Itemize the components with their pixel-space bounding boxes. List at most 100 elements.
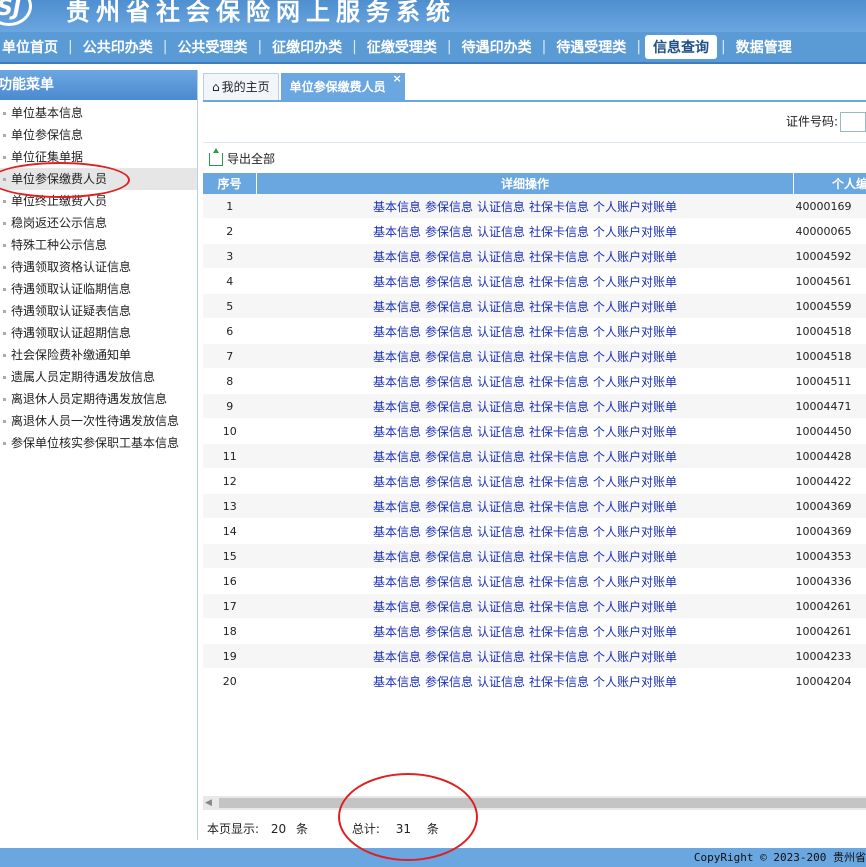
op-link-1[interactable]: 参保信息 bbox=[425, 600, 473, 614]
id-number-input[interactable] bbox=[840, 112, 866, 132]
menu-item-5[interactable]: 稳岗返还公示信息 bbox=[0, 212, 197, 234]
menu-item-4[interactable]: 单位终止缴费人员 bbox=[0, 190, 197, 212]
op-link-2[interactable]: 认证信息 bbox=[477, 300, 525, 314]
op-link-2[interactable]: 认证信息 bbox=[477, 425, 525, 439]
op-link-2[interactable]: 认证信息 bbox=[477, 275, 525, 289]
op-link-3[interactable]: 社保卡信息 bbox=[529, 525, 589, 539]
op-link-4[interactable]: 个人账户对账单 bbox=[593, 500, 677, 514]
op-link-3[interactable]: 社保卡信息 bbox=[529, 300, 589, 314]
op-link-0[interactable]: 基本信息 bbox=[373, 200, 421, 214]
op-link-4[interactable]: 个人账户对账单 bbox=[593, 675, 677, 689]
menu-item-2[interactable]: 单位征集单据 bbox=[0, 146, 197, 168]
op-link-1[interactable]: 参保信息 bbox=[425, 650, 473, 664]
op-link-1[interactable]: 参保信息 bbox=[425, 450, 473, 464]
op-link-3[interactable]: 社保卡信息 bbox=[529, 250, 589, 264]
op-link-2[interactable]: 认证信息 bbox=[477, 600, 525, 614]
menu-item-14[interactable]: 离退休人员一次性待遇发放信息 bbox=[0, 410, 197, 432]
op-link-3[interactable]: 社保卡信息 bbox=[529, 475, 589, 489]
menu-item-7[interactable]: 待遇领取资格认证信息 bbox=[0, 256, 197, 278]
op-link-0[interactable]: 基本信息 bbox=[373, 225, 421, 239]
op-link-1[interactable]: 参保信息 bbox=[425, 225, 473, 239]
op-link-1[interactable]: 参保信息 bbox=[425, 475, 473, 489]
op-link-1[interactable]: 参保信息 bbox=[425, 550, 473, 564]
op-link-3[interactable]: 社保卡信息 bbox=[529, 675, 589, 689]
op-link-1[interactable]: 参保信息 bbox=[425, 400, 473, 414]
menu-item-13[interactable]: 离退休人员定期待遇发放信息 bbox=[0, 388, 197, 410]
op-link-1[interactable]: 参保信息 bbox=[425, 250, 473, 264]
op-link-0[interactable]: 基本信息 bbox=[373, 625, 421, 639]
op-link-4[interactable]: 个人账户对账单 bbox=[593, 625, 677, 639]
menu-item-8[interactable]: 待遇领取认证临期信息 bbox=[0, 278, 197, 300]
op-link-4[interactable]: 个人账户对账单 bbox=[593, 475, 677, 489]
op-link-0[interactable]: 基本信息 bbox=[373, 275, 421, 289]
op-link-0[interactable]: 基本信息 bbox=[373, 475, 421, 489]
op-link-0[interactable]: 基本信息 bbox=[373, 300, 421, 314]
op-link-4[interactable]: 个人账户对账单 bbox=[593, 300, 677, 314]
op-link-1[interactable]: 参保信息 bbox=[425, 325, 473, 339]
op-link-1[interactable]: 参保信息 bbox=[425, 675, 473, 689]
nav-item-6[interactable]: 待遇受理类 bbox=[546, 37, 636, 57]
op-link-0[interactable]: 基本信息 bbox=[373, 350, 421, 364]
op-link-2[interactable]: 认证信息 bbox=[477, 375, 525, 389]
op-link-4[interactable]: 个人账户对账单 bbox=[593, 525, 677, 539]
op-link-4[interactable]: 个人账户对账单 bbox=[593, 650, 677, 664]
export-all-button[interactable]: 导出全部 bbox=[209, 148, 275, 167]
op-link-2[interactable]: 认证信息 bbox=[477, 475, 525, 489]
op-link-0[interactable]: 基本信息 bbox=[373, 500, 421, 514]
menu-item-12[interactable]: 遗属人员定期待遇发放信息 bbox=[0, 366, 197, 388]
op-link-1[interactable]: 参保信息 bbox=[425, 525, 473, 539]
op-link-2[interactable]: 认证信息 bbox=[477, 200, 525, 214]
op-link-2[interactable]: 认证信息 bbox=[477, 650, 525, 664]
op-link-4[interactable]: 个人账户对账单 bbox=[593, 550, 677, 564]
tab-home[interactable]: ⌂ 我的主页 bbox=[203, 73, 279, 100]
nav-item-7[interactable]: 信息查询 bbox=[645, 35, 718, 59]
op-link-3[interactable]: 社保卡信息 bbox=[529, 225, 589, 239]
op-link-1[interactable]: 参保信息 bbox=[425, 300, 473, 314]
menu-item-0[interactable]: 单位基本信息 bbox=[0, 102, 197, 124]
nav-item-3[interactable]: 征缴印办类 bbox=[262, 37, 352, 57]
op-link-3[interactable]: 社保卡信息 bbox=[529, 325, 589, 339]
op-link-4[interactable]: 个人账户对账单 bbox=[593, 400, 677, 414]
op-link-2[interactable]: 认证信息 bbox=[477, 250, 525, 264]
op-link-4[interactable]: 个人账户对账单 bbox=[593, 250, 677, 264]
op-link-0[interactable]: 基本信息 bbox=[373, 575, 421, 589]
nav-item-4[interactable]: 征缴受理类 bbox=[357, 37, 447, 57]
op-link-3[interactable]: 社保卡信息 bbox=[529, 450, 589, 464]
op-link-2[interactable]: 认证信息 bbox=[477, 225, 525, 239]
op-link-2[interactable]: 认证信息 bbox=[477, 350, 525, 364]
op-link-3[interactable]: 社保卡信息 bbox=[529, 350, 589, 364]
op-link-3[interactable]: 社保卡信息 bbox=[529, 375, 589, 389]
nav-item-5[interactable]: 待遇印办类 bbox=[452, 37, 542, 57]
menu-item-10[interactable]: 待遇领取认证超期信息 bbox=[0, 322, 197, 344]
op-link-4[interactable]: 个人账户对账单 bbox=[593, 600, 677, 614]
op-link-2[interactable]: 认证信息 bbox=[477, 550, 525, 564]
nav-item-2[interactable]: 公共受理类 bbox=[167, 37, 257, 57]
menu-item-9[interactable]: 待遇领取认证疑表信息 bbox=[0, 300, 197, 322]
op-link-2[interactable]: 认证信息 bbox=[477, 675, 525, 689]
op-link-0[interactable]: 基本信息 bbox=[373, 550, 421, 564]
op-link-2[interactable]: 认证信息 bbox=[477, 525, 525, 539]
op-link-3[interactable]: 社保卡信息 bbox=[529, 550, 589, 564]
op-link-3[interactable]: 社保卡信息 bbox=[529, 600, 589, 614]
menu-item-1[interactable]: 单位参保信息 bbox=[0, 124, 197, 146]
op-link-0[interactable]: 基本信息 bbox=[373, 375, 421, 389]
op-link-4[interactable]: 个人账户对账单 bbox=[593, 275, 677, 289]
op-link-2[interactable]: 认证信息 bbox=[477, 500, 525, 514]
op-link-1[interactable]: 参保信息 bbox=[425, 200, 473, 214]
op-link-1[interactable]: 参保信息 bbox=[425, 275, 473, 289]
op-link-4[interactable]: 个人账户对账单 bbox=[593, 450, 677, 464]
op-link-4[interactable]: 个人账户对账单 bbox=[593, 350, 677, 364]
op-link-1[interactable]: 参保信息 bbox=[425, 500, 473, 514]
menu-item-15[interactable]: 参保单位核实参保职工基本信息 bbox=[0, 432, 197, 454]
scrollbar-thumb[interactable] bbox=[219, 798, 866, 808]
op-link-4[interactable]: 个人账户对账单 bbox=[593, 225, 677, 239]
close-icon[interactable]: × bbox=[392, 66, 401, 92]
op-link-0[interactable]: 基本信息 bbox=[373, 250, 421, 264]
op-link-4[interactable]: 个人账户对账单 bbox=[593, 200, 677, 214]
horizontal-scrollbar[interactable]: ◀ bbox=[203, 796, 866, 810]
nav-item-0[interactable]: 单位首页 bbox=[0, 37, 68, 57]
op-link-0[interactable]: 基本信息 bbox=[373, 675, 421, 689]
op-link-2[interactable]: 认证信息 bbox=[477, 400, 525, 414]
menu-item-3[interactable]: 单位参保缴费人员 bbox=[0, 168, 197, 190]
op-link-0[interactable]: 基本信息 bbox=[373, 450, 421, 464]
